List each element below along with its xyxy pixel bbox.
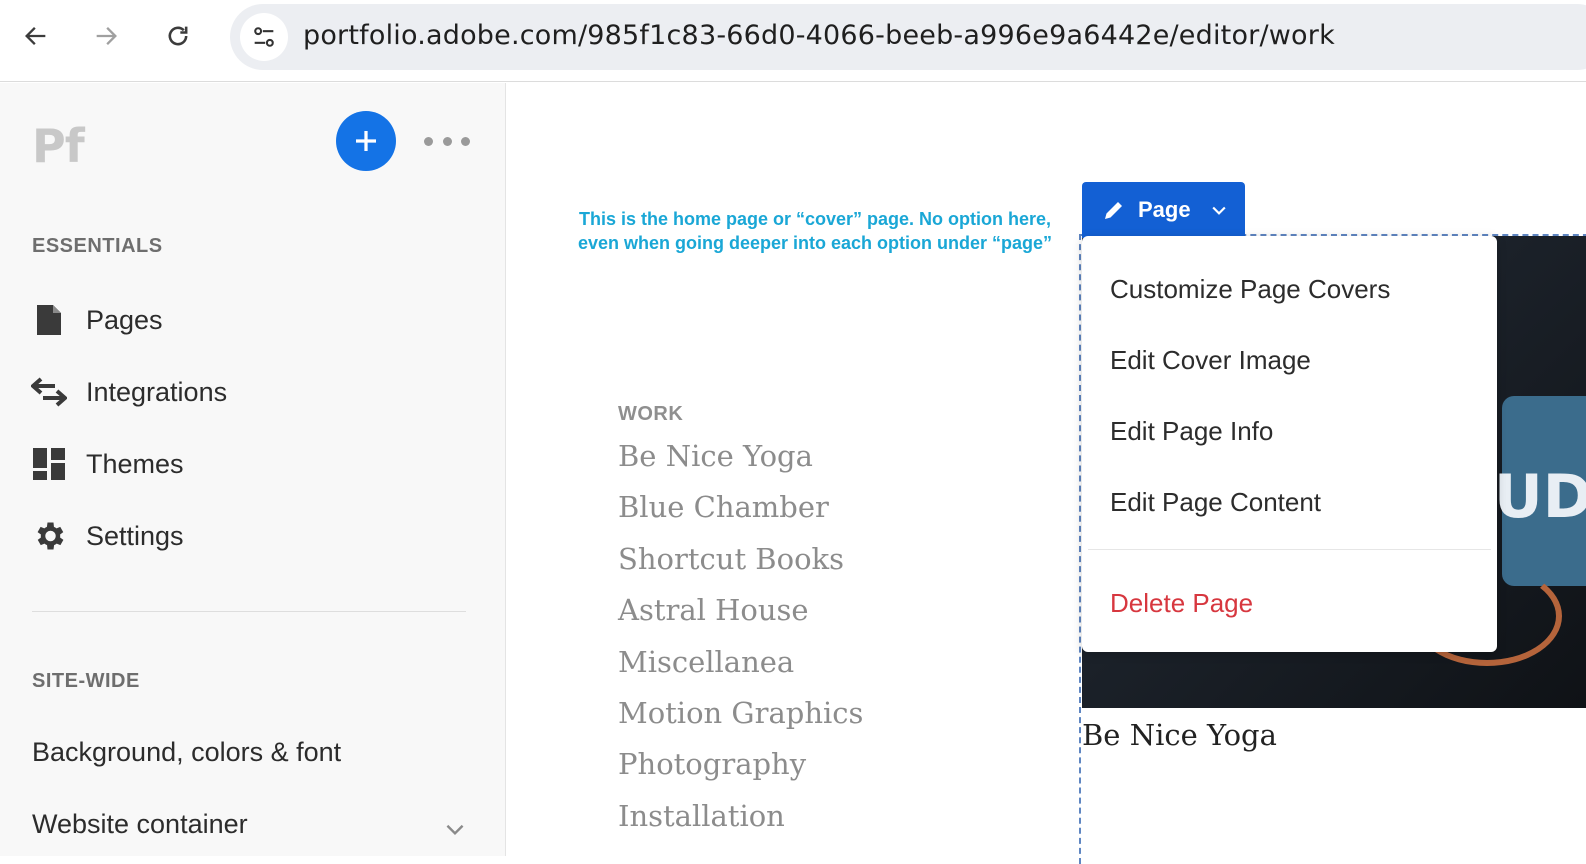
sidebar-item-label: Themes (86, 448, 184, 479)
sidebar-item-integrations[interactable]: Integrations (30, 370, 227, 414)
arrow-left-icon (25, 27, 46, 45)
url-text[interactable]: portfolio.adobe.com/985f1c83-66d0-4066-b… (303, 20, 1335, 51)
menu-item-edit-page-content[interactable]: Edit Page Content (1110, 487, 1321, 518)
essentials-heading: ESSENTIALS (32, 235, 163, 257)
menu-item-customize-page-covers[interactable]: Customize Page Covers (1110, 274, 1390, 305)
site-settings-icon[interactable] (240, 13, 288, 61)
work-item-miscellanea[interactable]: Miscellanea (618, 642, 863, 693)
gear-icon (30, 517, 68, 555)
menu-item-edit-page-info[interactable]: Edit Page Info (1110, 416, 1273, 447)
sidebar-item-label: Integrations (86, 376, 228, 407)
reload-icon (168, 26, 188, 46)
sidebar-item-settings[interactable]: Settings (30, 514, 184, 558)
sidebar-item-label: Pages (86, 304, 163, 335)
address-bar[interactable]: portfolio.adobe.com/985f1c83-66d0-4066-b… (230, 4, 1586, 70)
work-section-label: WORK (618, 403, 684, 425)
more-dot (424, 136, 433, 146)
page-icon (30, 301, 68, 339)
chevron-down-icon[interactable] (442, 816, 468, 842)
sidebar-item-pages[interactable]: Pages (30, 298, 163, 342)
page-menu-button[interactable]: Page (1082, 182, 1245, 238)
chevron-down-icon (1211, 206, 1226, 215)
cover-caption[interactable]: Be Nice Yoga (1082, 718, 1277, 752)
more-options-button[interactable] (424, 127, 470, 155)
menu-item-edit-cover-image[interactable]: Edit Cover Image (1110, 345, 1311, 376)
more-dot (461, 136, 470, 146)
page-menu-label: Page (1138, 197, 1191, 222)
arrows-icon (30, 373, 68, 411)
work-item-astral-house[interactable]: Astral House (618, 590, 863, 641)
work-item-motion-graphics[interactable]: Motion Graphics (618, 693, 863, 744)
sidebar-item-website-container[interactable]: Website container (32, 809, 248, 840)
menu-divider (1088, 549, 1491, 550)
work-item-be-nice-yoga[interactable]: Be Nice Yoga (618, 436, 863, 487)
work-item-photography[interactable]: Photography (618, 744, 863, 795)
sitewide-heading: SITE-WIDE (32, 670, 140, 692)
browser-toolbar: portfolio.adobe.com/985f1c83-66d0-4066-b… (0, 0, 1586, 82)
portfolio-logo: Pf (32, 119, 85, 173)
pencil-icon (1105, 202, 1122, 219)
work-item-installation[interactable]: Installation (618, 796, 863, 847)
plus-icon (356, 131, 376, 151)
more-dot (442, 136, 452, 146)
forward-button[interactable] (84, 14, 128, 58)
sidebar-item-label: Settings (86, 520, 184, 551)
work-item-blue-chamber[interactable]: Blue Chamber (618, 487, 863, 538)
reload-button[interactable] (156, 14, 200, 58)
work-item-shortcut-books[interactable]: Shortcut Books (618, 539, 863, 590)
themes-icon (30, 445, 68, 483)
back-button[interactable] (14, 14, 58, 58)
work-list: Be Nice Yoga Blue Chamber Shortcut Books… (618, 436, 863, 847)
sidebar-item-background-colors-font[interactable]: Background, colors & font (32, 737, 341, 768)
menu-item-delete-page[interactable]: Delete Page (1110, 588, 1253, 619)
sidebar-item-themes[interactable]: Themes (30, 442, 184, 486)
annotation-note: This is the home page or “cover” page. N… (577, 209, 1053, 253)
sidebar: Pf ESSENTIALS Pages Integrations Themes … (0, 83, 506, 856)
arrow-right-icon (96, 27, 117, 45)
sidebar-divider (32, 611, 466, 612)
add-button[interactable] (336, 111, 396, 171)
page-dropdown-menu: Customize Page Covers Edit Cover Image E… (1082, 236, 1497, 652)
